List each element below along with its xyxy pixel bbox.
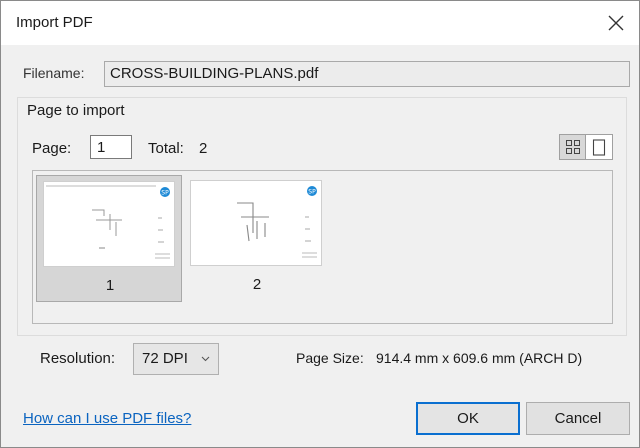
page-label: Page: [32,140,72,157]
grid-view-icon [566,140,580,154]
resolution-select[interactable]: 72 DPI [133,343,219,375]
page-size-label: Page Size: [296,350,364,366]
single-page-view-button[interactable] [586,135,612,159]
thumbnail-label-2: 2 [252,276,262,293]
import-pdf-dialog: Import PDF Filename: CROSS-BUILDING-PLAN… [0,0,640,448]
page-input[interactable] [90,135,132,159]
title-bar: Import PDF [1,1,639,45]
help-link[interactable]: How can I use PDF files? [23,410,191,427]
resolution-label: Resolution: [40,350,116,367]
thumbnail-page-1[interactable]: SP 1 [36,175,182,302]
thumbnail-logo-text: SP [161,190,169,197]
filename-label: Filename: [23,65,85,81]
floor-plan-thumbnail: SP [237,186,317,258]
filename-field: CROSS-BUILDING-PLANS.pdf [104,61,630,87]
ok-button[interactable]: OK [416,402,520,435]
thumbnail-logo-text: SP [308,189,316,196]
close-button[interactable] [593,1,639,45]
resolution-value: 72 DPI [142,350,188,367]
page-preview-image: SP [190,180,322,266]
page-preview-image: SP [43,181,175,267]
group-title: Page to import [27,102,125,119]
view-mode-toggle [559,134,613,160]
single-page-view-icon [592,139,606,156]
grid-view-button[interactable] [560,135,586,159]
total-label: Total: [148,140,184,157]
thumbnail-page-2[interactable]: SP 2 [184,175,330,302]
chevron-down-icon [201,356,210,362]
thumbnail-label-1: 1 [105,277,115,294]
floor-plan-thumbnail: SP [46,185,170,259]
cancel-button[interactable]: Cancel [526,402,630,435]
dialog-title: Import PDF [16,14,93,31]
total-value: 2 [199,140,208,157]
close-icon [608,15,624,31]
page-size-value: 914.4 mm x 609.6 mm (ARCH D) [376,350,583,366]
